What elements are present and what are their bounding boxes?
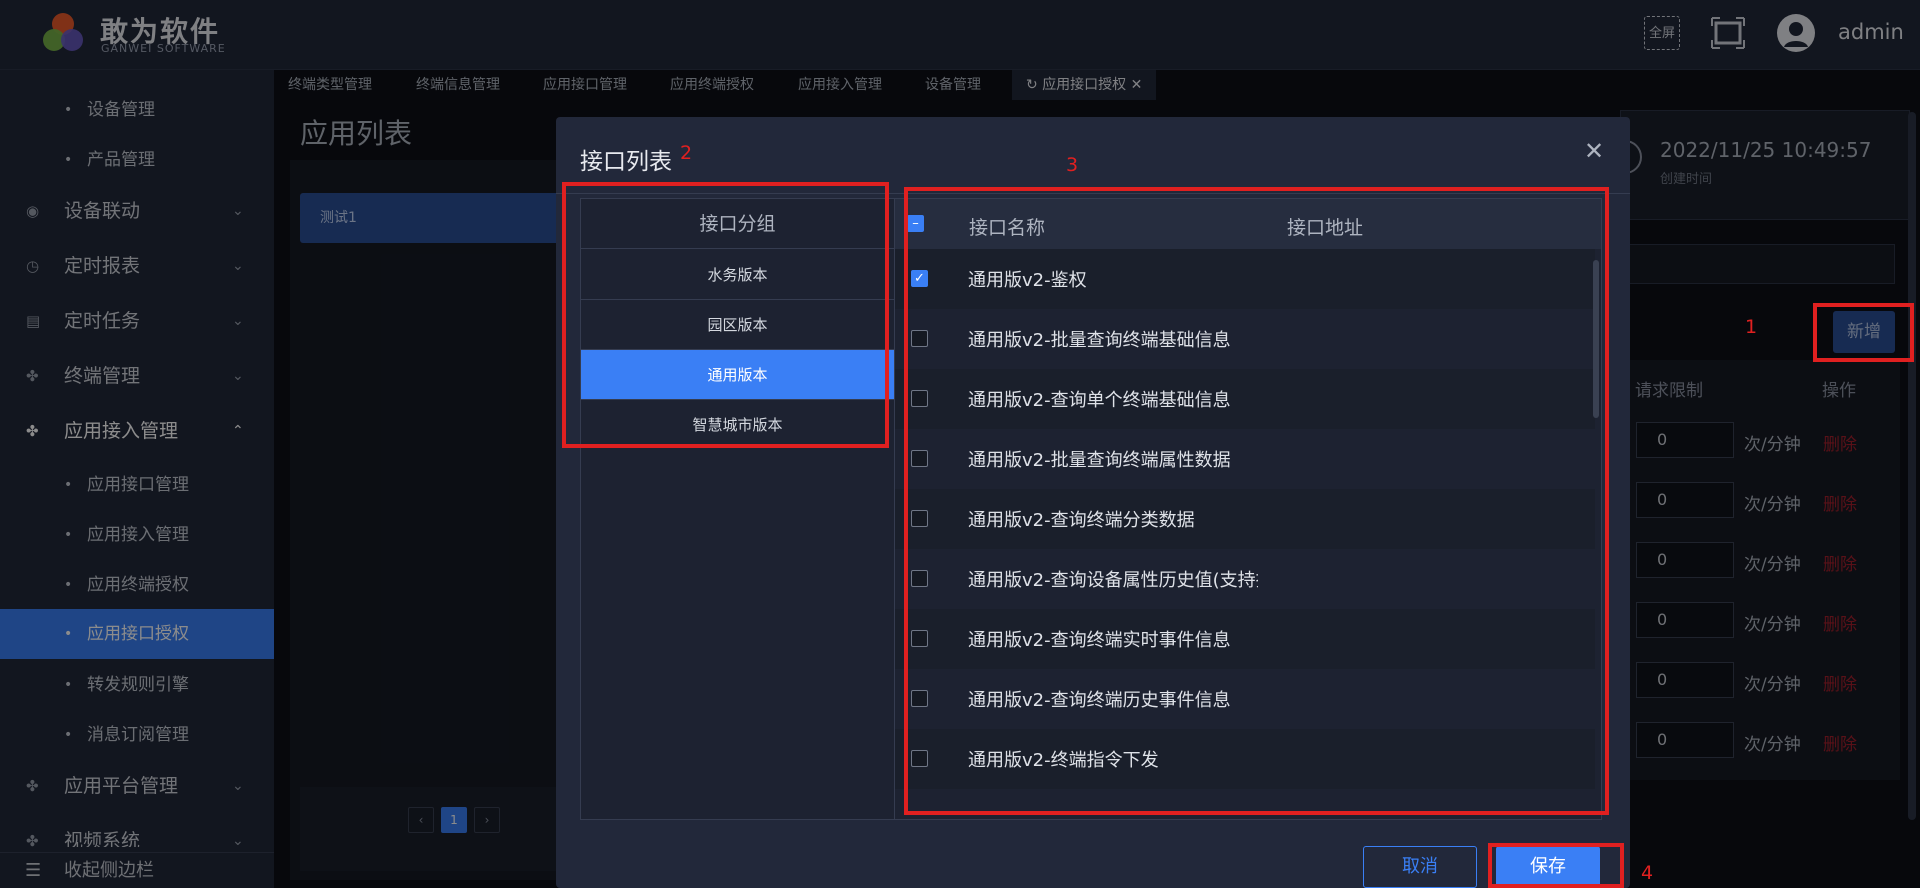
cancel-button[interactable]: 取消 [1363,846,1477,888]
annotation-box-save [1488,843,1624,888]
annotation-box-groups [562,182,889,448]
annotation-box-add [1813,303,1914,362]
annotation-number: 2 [680,142,693,164]
annotation-number: 3 [1066,154,1079,176]
app-root: 敢为软件 GANWEI SOFTWARE 全屏 admin • 设备管理 • 产品管… [0,0,1920,888]
annotation-number: 1 [1745,316,1758,338]
dialog-close-icon[interactable]: ✕ [1584,137,1604,165]
annotation-number: 4 [1641,862,1654,884]
dialog-title: 接口列表 [580,149,672,175]
annotation-box-apis [904,187,1609,815]
